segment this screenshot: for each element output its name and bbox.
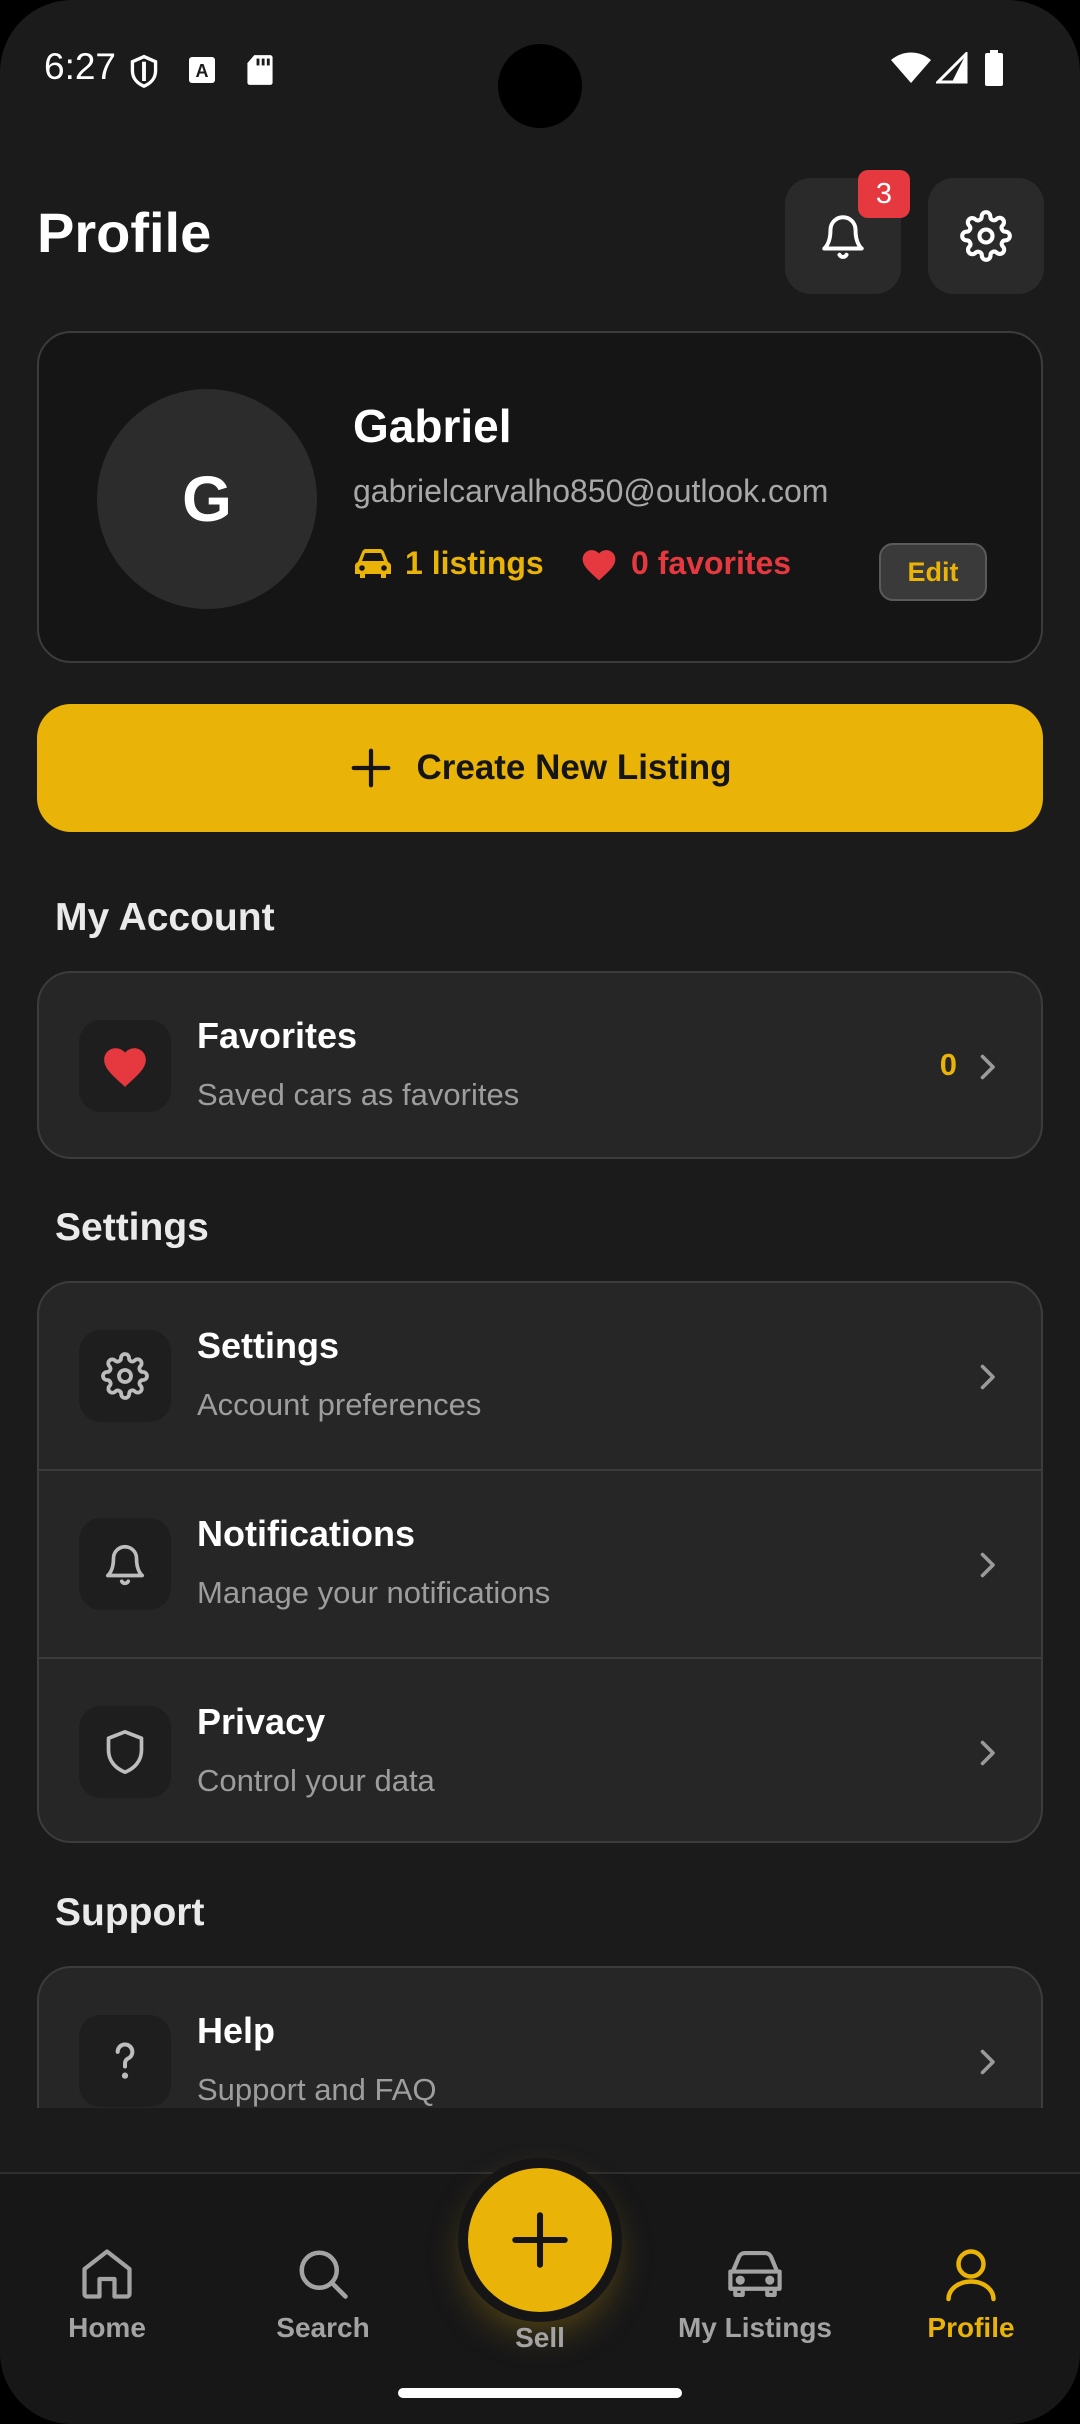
edit-profile-button[interactable]: Edit [879,543,987,601]
search-icon [299,2250,348,2299]
gear-icon [101,1352,149,1400]
user-email: gabrielcarvalho850@outlook.com [353,473,829,509]
profile-card: G Gabriel gabrielcarvalho850@outlook.com… [37,331,1043,663]
bell-icon [822,215,864,259]
favorites-count: 0 favorites [631,545,792,581]
home-icon [82,2249,132,2299]
favorites-stat[interactable]: 0 favorites [579,545,791,582]
heart-icon [582,549,616,580]
menu-item-title: Help [197,2010,276,2051]
chevron-right-icon [980,1364,995,1390]
tab-label: My Listings [677,2312,832,2343]
menu-item-notifications[interactable]: Notifications Manage your notifications [39,1469,1041,1657]
avatar: G [97,389,317,609]
notification-badge: 3 [858,170,910,218]
section-title-support: Support [55,1891,205,1934]
wifi-status-icon [890,52,932,89]
battery-status-icon [984,50,1004,91]
signal-status-icon [934,50,968,89]
plus-icon [512,2212,568,2268]
help-item-icon [79,2015,171,2107]
page-title: Profile [37,201,212,264]
user-icon [946,2249,996,2302]
sd-card-status-icon [246,54,274,91]
settings-button[interactable] [928,178,1044,294]
settings-item-icon [79,1330,171,1422]
tab-my-listings[interactable]: My Listings [665,2244,845,2344]
my-account-card: Favorites Saved cars as favorites 0 [37,971,1043,1159]
menu-item-subtitle: Manage your notifications [197,1575,551,1610]
menu-item-privacy[interactable]: Privacy Control your data [39,1657,1041,1841]
menu-item-settings[interactable]: Settings Account preferences [39,1283,1041,1469]
app-screen: 6:27 A Profile 3 G Gabriel gabrielcarval… [0,0,1080,2424]
question-icon [115,2042,135,2079]
tab-home[interactable]: Home [17,2244,197,2344]
heart-icon [104,1048,146,1087]
tab-profile[interactable]: Profile [881,2244,1061,2344]
font-status-icon: A [188,56,216,89]
menu-item-title: Privacy [197,1701,326,1742]
home-indicator[interactable] [398,2388,682,2398]
tab-label: Profile [927,2312,1015,2343]
tab-sell-button[interactable] [468,2168,612,2312]
menu-item-title: Notifications [197,1513,416,1554]
tab-label: Search [276,2312,370,2343]
menu-item-title: Settings [197,1325,340,1366]
create-listing-button[interactable]: Create New Listing [37,704,1043,832]
camera-cutout [498,44,582,128]
menu-item-subtitle: Support and FAQ [197,2072,437,2107]
favorites-item-icon [79,1020,171,1112]
menu-item-subtitle: Saved cars as favorites [197,1077,520,1112]
tab-label: Home [68,2312,146,2343]
user-name: Gabriel [353,400,512,452]
bell-icon [105,1545,145,1586]
chevron-right-icon [980,1054,995,1080]
chevron-right-icon [980,1552,995,1578]
notifications-item-icon [79,1518,171,1610]
chevron-right-icon [980,2049,995,2075]
section-title-my-account: My Account [55,896,275,939]
settings-card: Settings Account preferences Notificatio… [37,1281,1043,1843]
support-card: Help Support and FAQ [37,1966,1043,2108]
svg-text:A: A [196,61,209,81]
menu-item-favorites[interactable]: Favorites Saved cars as favorites 0 [39,973,1041,1157]
car-icon [728,2250,782,2298]
listings-stat[interactable]: 1 listings [353,545,544,582]
privacy-item-icon [79,1706,171,1798]
menu-item-subtitle: Control your data [197,1763,435,1798]
car-icon [355,548,391,578]
gear-icon [960,210,1012,262]
create-listing-label: Create New Listing [416,748,732,787]
shield-status-icon [128,54,160,95]
tab-label-sell[interactable]: Sell [450,2322,630,2354]
plus-icon [352,748,391,788]
menu-item-title: Favorites [197,1015,358,1056]
shield-icon [106,1730,144,1774]
menu-item-help[interactable]: Help Support and FAQ [39,1968,1041,2108]
status-time: 6:27 [44,46,117,87]
tab-search[interactable]: Search [233,2244,413,2344]
favorites-count-badge: 0 [939,1047,957,1082]
listings-count: 1 listings [405,545,544,581]
section-title-settings: Settings [55,1206,209,1249]
chevron-right-icon [980,1740,995,1766]
menu-item-subtitle: Account preferences [197,1387,482,1422]
